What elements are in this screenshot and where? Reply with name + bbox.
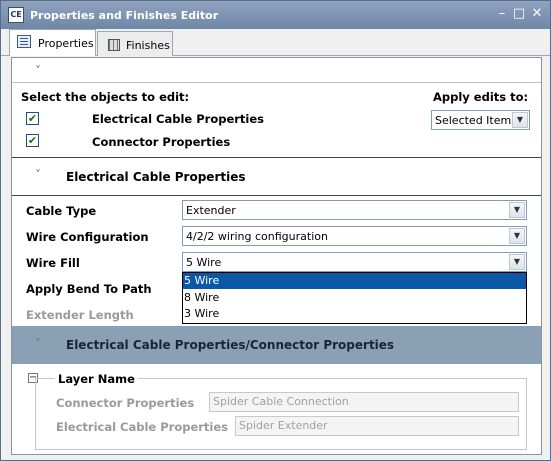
connector-properties-label: Connector Properties xyxy=(56,396,195,410)
tab-properties[interactable]: Properties xyxy=(9,29,96,56)
editor-window: CE Properties and Finishes Editor – □ ✕ … xyxy=(0,0,551,461)
minimize-button[interactable]: – xyxy=(495,7,509,21)
cable-type-label: Cable Type xyxy=(26,204,97,218)
electrical-cable-properties-label: Electrical Cable Properties xyxy=(56,420,229,434)
divider xyxy=(12,195,541,196)
combined-section-header[interactable]: ˅ Electrical Cable Properties/Connector … xyxy=(12,326,541,364)
dropdown-option[interactable]: 8 Wire xyxy=(183,290,526,306)
tab-properties-label: Properties xyxy=(38,37,94,50)
cable-section-title: Electrical Cable Properties xyxy=(66,170,246,184)
section-collapse-chevron-icon[interactable]: ˅ xyxy=(35,168,41,182)
layer-name-label: Layer Name xyxy=(55,372,138,386)
extender-length-label: Extender Length xyxy=(26,308,134,322)
check-icon: ✔ xyxy=(27,112,38,125)
apply-bend-label: Apply Bend To Path xyxy=(26,282,152,296)
apply-edits-value: Selected Items xyxy=(435,114,517,127)
properties-icon xyxy=(17,35,31,48)
connector-layer-input[interactable]: Spider Cable Connection xyxy=(209,392,519,412)
connector-checkbox[interactable]: ✔ xyxy=(26,134,39,147)
divider xyxy=(12,157,541,158)
tab-finishes[interactable]: Finishes xyxy=(97,31,173,56)
divider xyxy=(12,82,541,83)
wire-fill-dropdown-list: 5 Wire 8 Wire 3 Wire xyxy=(182,272,527,324)
cable-type-select[interactable]: Extender ▼ xyxy=(182,200,527,220)
finishes-icon xyxy=(108,39,120,51)
apply-edits-heading: Apply edits to: xyxy=(433,90,529,104)
wire-fill-select[interactable]: 5 Wire ▼ xyxy=(182,252,527,272)
chevron-down-icon[interactable]: ▼ xyxy=(512,112,528,128)
title-bar[interactable]: CE Properties and Finishes Editor – □ ✕ xyxy=(1,1,550,29)
dropdown-option[interactable]: 3 Wire xyxy=(183,306,526,322)
combined-section-title: Electrical Cable Properties/Connector Pr… xyxy=(66,338,395,352)
chevron-down-icon[interactable]: ▼ xyxy=(509,202,525,218)
tab-bar: Properties Finishes xyxy=(1,29,550,56)
properties-panel: ˅ Select the objects to edit: Apply edit… xyxy=(11,57,542,455)
maximize-button[interactable]: □ xyxy=(512,7,526,21)
select-objects-heading: Select the objects to edit: xyxy=(21,90,190,104)
collapse-chevron-icon[interactable]: ˅ xyxy=(35,64,41,78)
check-icon: ✔ xyxy=(27,134,38,147)
dropdown-option[interactable]: 5 Wire xyxy=(183,273,526,289)
wire-configuration-label: Wire Configuration xyxy=(26,230,149,244)
app-icon: CE xyxy=(8,7,24,23)
cable-type-value: Extender xyxy=(186,204,236,217)
electrical-cable-option-label: Electrical Cable Properties xyxy=(92,112,265,126)
electrical-cable-layer-input[interactable]: Spider Extender xyxy=(235,416,519,436)
wire-fill-label: Wire Fill xyxy=(26,256,80,270)
chevron-down-icon[interactable]: ▼ xyxy=(509,254,525,270)
close-button[interactable]: ✕ xyxy=(530,7,544,21)
section-collapse-chevron-icon[interactable]: ˅ xyxy=(35,337,41,351)
wire-fill-value: 5 Wire xyxy=(186,256,222,269)
wire-configuration-value: 4/2/2 wiring configuration xyxy=(186,230,328,243)
apply-edits-select[interactable]: Selected Items ▼ xyxy=(431,110,530,130)
connector-option-label: Connector Properties xyxy=(92,135,231,149)
wire-configuration-select[interactable]: 4/2/2 wiring configuration ▼ xyxy=(182,226,527,246)
chevron-down-icon[interactable]: ▼ xyxy=(509,228,525,244)
layer-name-group xyxy=(35,378,527,450)
tab-finishes-label: Finishes xyxy=(126,39,170,52)
window-title: Properties and Finishes Editor xyxy=(30,9,219,22)
electrical-cable-checkbox[interactable]: ✔ xyxy=(26,112,39,125)
